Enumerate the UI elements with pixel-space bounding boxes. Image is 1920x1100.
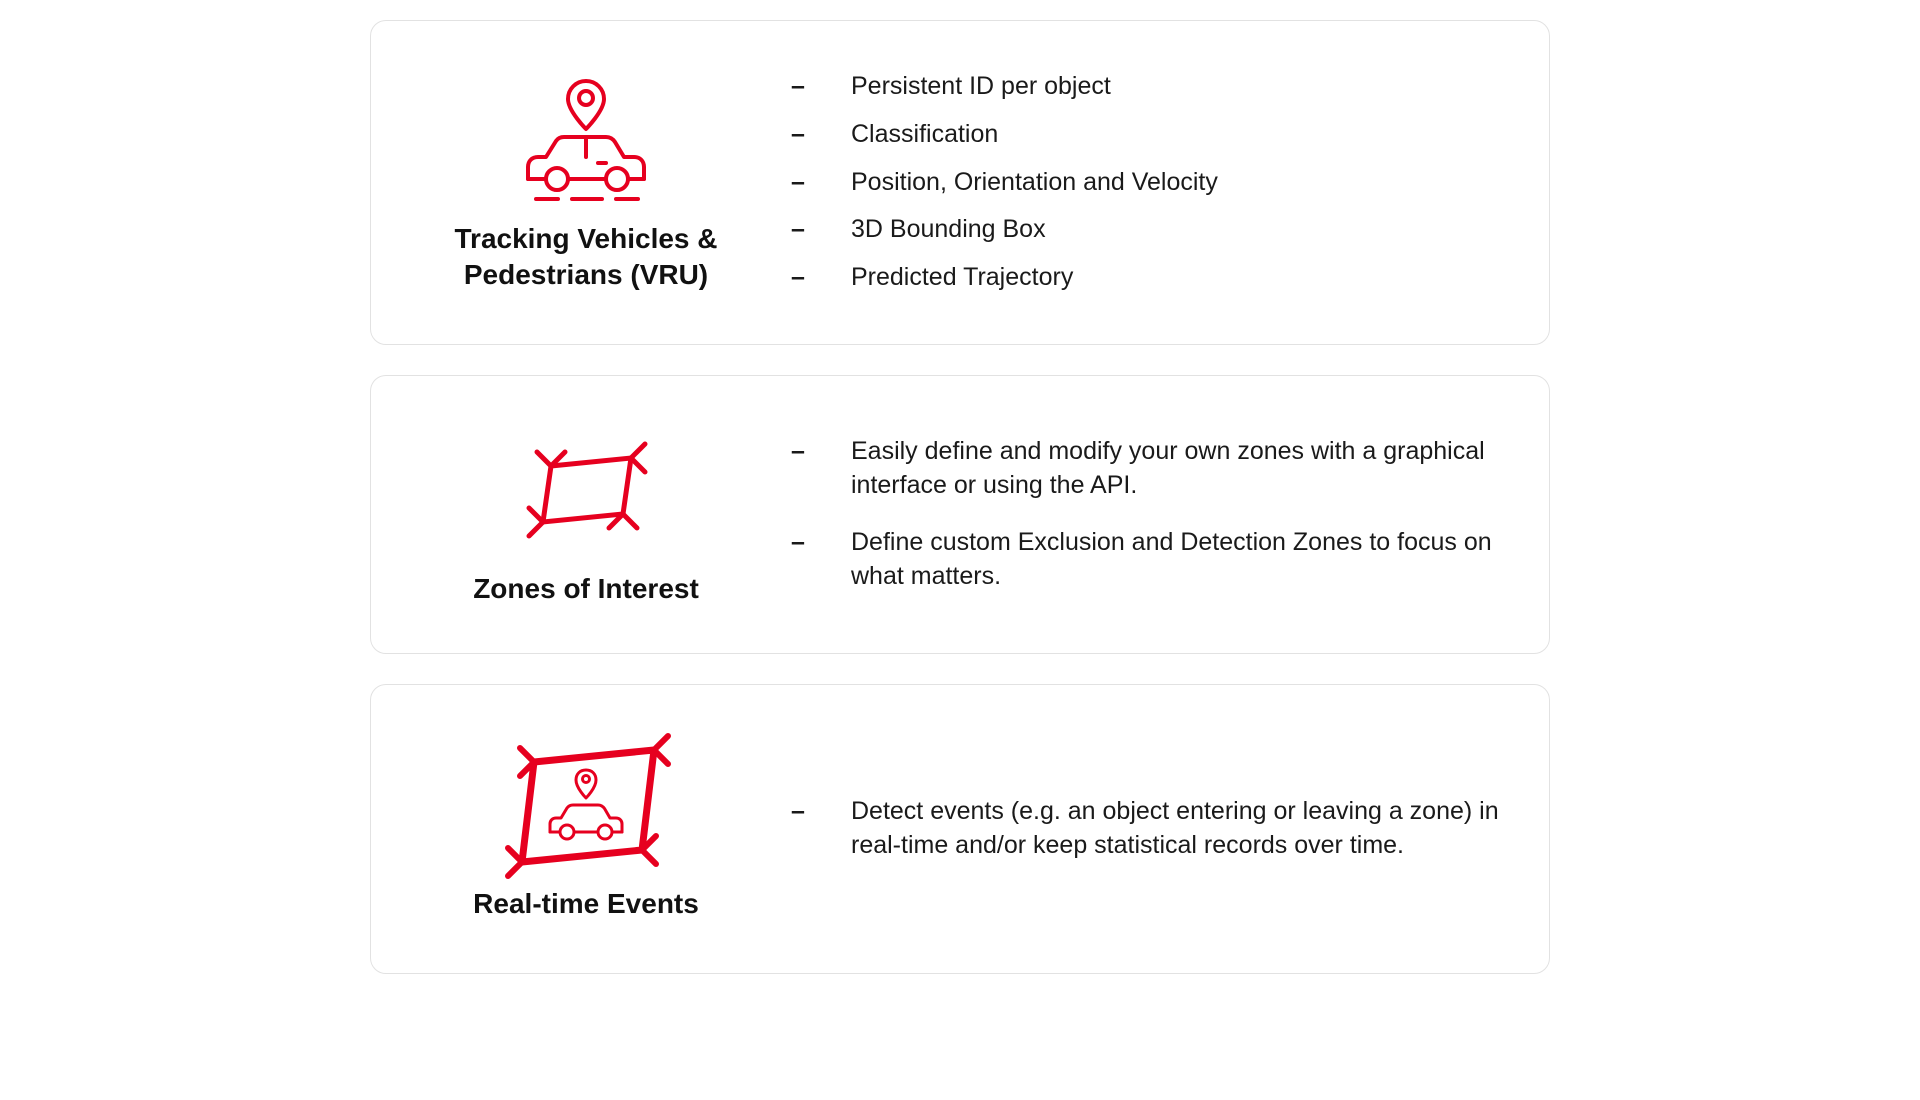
card-left: Zones of Interest	[421, 421, 751, 607]
feature-card-zones: Zones of Interest Easily define and modi…	[370, 375, 1550, 654]
card-right: Persistent ID per object Classification …	[751, 56, 1499, 309]
card-title: Zones of Interest	[473, 571, 699, 607]
bullet-item: Detect events (e.g. an object entering o…	[791, 795, 1499, 863]
bullet-item: Define custom Exclusion and Detection Zo…	[791, 526, 1499, 594]
car-with-pin-icon	[506, 71, 666, 211]
zone-crop-icon	[501, 421, 671, 561]
feature-card-events: Real-time Events Detect events (e.g. an …	[370, 684, 1550, 974]
card-left: Tracking Vehicles & Pedestrians (VRU)	[421, 71, 751, 294]
card-right: Easily define and modify your own zones …	[751, 411, 1499, 618]
card-left: Real-time Events	[421, 736, 751, 922]
bullet-list: Detect events (e.g. an object entering o…	[791, 795, 1499, 863]
bullet-item: Easily define and modify your own zones …	[791, 435, 1499, 503]
card-title: Tracking Vehicles & Pedestrians (VRU)	[421, 221, 751, 294]
card-title: Real-time Events	[473, 886, 699, 922]
card-right: Detect events (e.g. an object entering o…	[751, 771, 1499, 887]
bullet-list: Persistent ID per object Classification …	[791, 70, 1499, 295]
bullet-item: Predicted Trajectory	[791, 261, 1499, 295]
bullet-item: Classification	[791, 118, 1499, 152]
bullet-item: Persistent ID per object	[791, 70, 1499, 104]
bullet-item: Position, Orientation and Velocity	[791, 166, 1499, 200]
feature-card-tracking: Tracking Vehicles & Pedestrians (VRU) Pe…	[370, 20, 1550, 345]
bullet-item: 3D Bounding Box	[791, 213, 1499, 247]
zone-with-car-icon	[486, 736, 686, 876]
page: Tracking Vehicles & Pedestrians (VRU) Pe…	[0, 0, 1920, 1100]
bullet-list: Easily define and modify your own zones …	[791, 435, 1499, 594]
